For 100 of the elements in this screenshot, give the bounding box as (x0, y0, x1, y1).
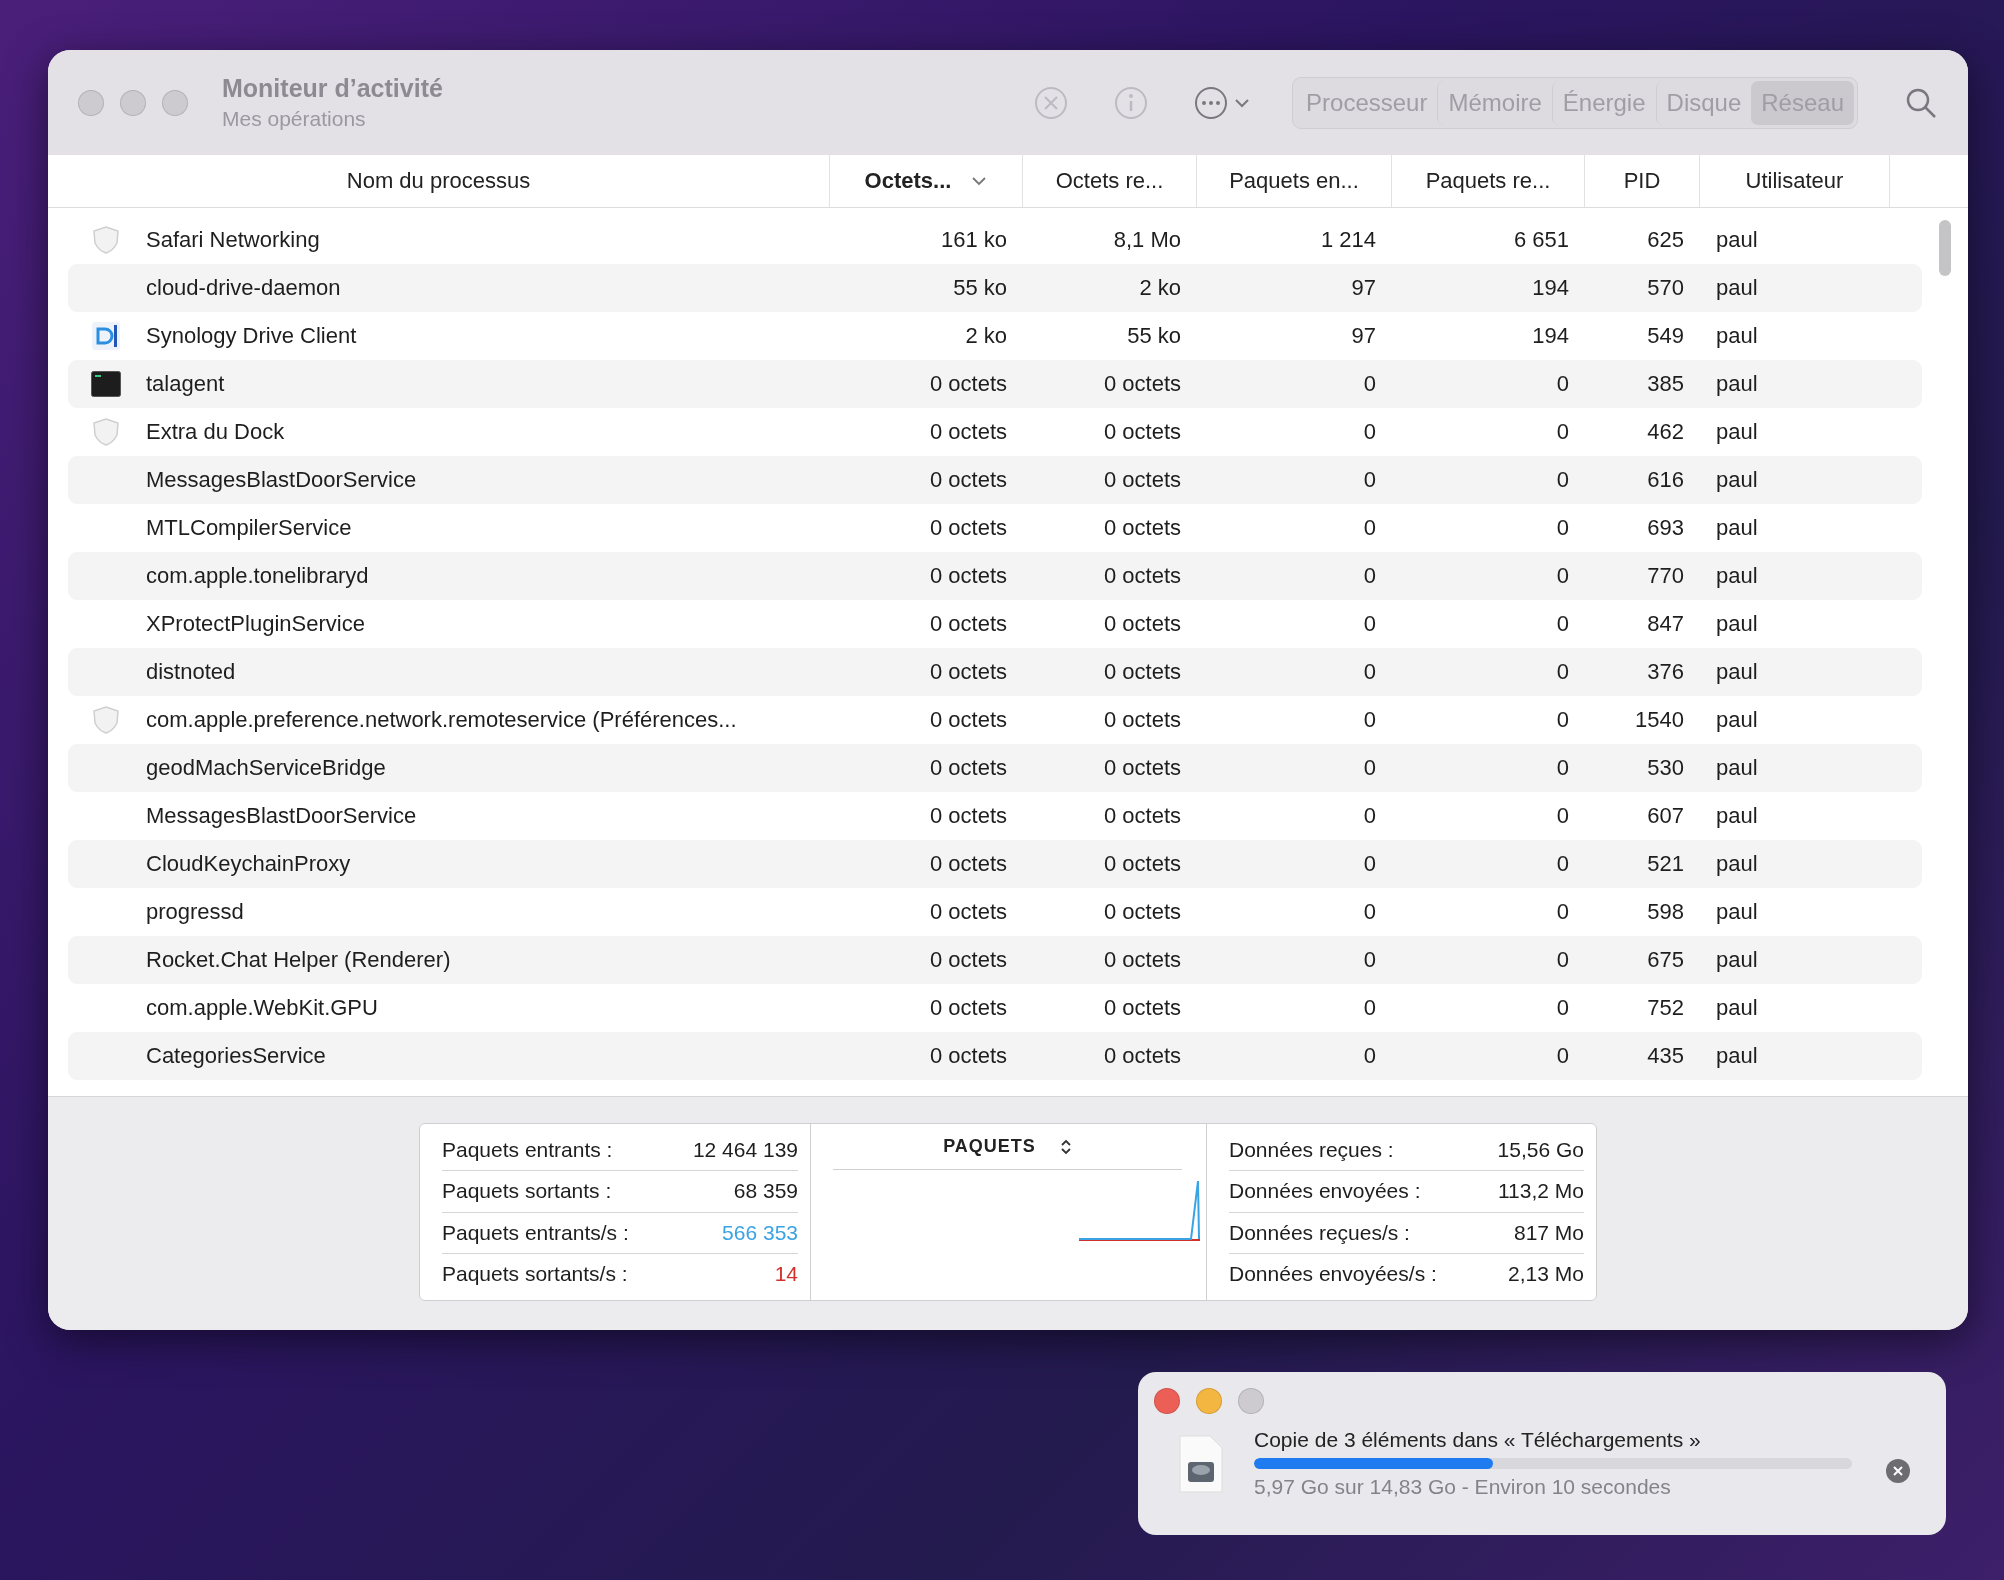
cancel-button[interactable] (1886, 1458, 1910, 1483)
process-name: Safari Networking (145, 227, 321, 253)
user-cell-text: paul (1715, 1043, 1759, 1069)
table-cell-text: 598 (1646, 899, 1685, 925)
scrollbar-thumb[interactable] (1939, 220, 1951, 276)
table-cell-text: 0 (1555, 851, 1570, 877)
table-cell-text: 0 (1555, 1043, 1570, 1069)
process-row[interactable]: CategoriesService 0 octets 0 octets 0 0 435 paul (68, 1032, 1922, 1080)
column-header[interactable]: Octets re... (1023, 155, 1197, 207)
user-cell-text: paul (1715, 467, 1759, 493)
table-cell-text: 0 octets (1102, 995, 1182, 1021)
window-control-button[interactable] (120, 89, 146, 116)
column-header[interactable]: Paquets re... (1392, 155, 1585, 207)
process-row[interactable]: distnoted 0 octets 0 octets 0 0 376 paul (68, 648, 1922, 696)
table-cell-text: 55 ko (952, 275, 1008, 301)
table-cell-text: 0 (1555, 995, 1570, 1021)
process-name: com.apple.tonelibraryd (145, 563, 370, 589)
close-button[interactable] (1154, 1388, 1180, 1414)
user-cell-text: paul (1715, 851, 1759, 877)
table-cell-text: 675 (1646, 947, 1685, 973)
table-cell-text: 625 (1646, 227, 1685, 253)
table-cell-text: 97 (1350, 275, 1377, 301)
table-cell-text: 97 (1350, 323, 1377, 349)
column-header[interactable]: Octets... (830, 155, 1023, 207)
window-control-button[interactable] (162, 89, 188, 116)
process-name: Synology Drive Client (145, 323, 358, 349)
process-row[interactable]: talagent 0 octets 0 octets 0 0 385 paul (68, 360, 1922, 408)
table-cell-text: 6 651 (1512, 227, 1570, 253)
process-row[interactable]: Extra du Dock 0 octets 0 octets 0 0 462 paul (68, 408, 1922, 456)
zoom-button[interactable] (1238, 1388, 1264, 1414)
table-cell-text: 0 octets (928, 419, 1008, 445)
stat-label: Données envoyées : (1229, 1179, 1421, 1204)
table-cell-text: 0 (1362, 611, 1377, 637)
graph-mode-selector[interactable]: PAQUETS (833, 1136, 1182, 1170)
process-name: distnoted (145, 659, 237, 685)
table-cell-text: 0 octets (928, 371, 1008, 397)
terminal-icon (91, 371, 121, 397)
user-cell-text: paul (1715, 419, 1759, 445)
table-cell-text: 607 (1646, 803, 1685, 829)
process-row[interactable]: Synology Drive Client 2 ko 55 ko 97 194 549 paul (68, 312, 1922, 360)
table-cell-text: 0 octets (928, 803, 1008, 829)
process-row[interactable]: Safari Networking 161 ko 8,1 Mo 1 214 6 651 625 paul (68, 216, 1922, 264)
table-cell-text: 0 octets (928, 995, 1008, 1021)
stat-value: 12 464 139 (692, 1138, 798, 1163)
stat-value: 15,56 Go (1497, 1138, 1584, 1163)
user-cell-text: paul (1715, 659, 1759, 685)
table-cell-text: 0 octets (928, 611, 1008, 637)
table-cell-text: 0 octets (1102, 755, 1182, 781)
process-row[interactable]: cloud-drive-daemon 55 ko 2 ko 97 194 570 paul (68, 264, 1922, 312)
process-row[interactable]: MessagesBlastDoorService 0 octets 0 octets 0 0 607 paul (68, 792, 1922, 840)
user-cell-text: paul (1715, 515, 1759, 541)
process-row[interactable]: MessagesBlastDoorService 0 octets 0 octets 0 0 616 paul (68, 456, 1922, 504)
user-cell-text: paul (1715, 755, 1759, 781)
table-cell-text: 462 (1646, 419, 1685, 445)
table-cell-text: 0 (1362, 851, 1377, 877)
process-row[interactable]: CloudKeychainProxy 0 octets 0 octets 0 0 521 paul (68, 840, 1922, 888)
table-cell-text: 0 octets (1102, 1043, 1182, 1069)
process-row[interactable]: com.apple.WebKit.GPU 0 octets 0 octets 0 0 752 paul (68, 984, 1922, 1032)
process-name: XProtectPluginService (145, 611, 366, 637)
user-cell-text: paul (1715, 803, 1759, 829)
table-cell-text: 0 (1362, 1043, 1377, 1069)
table-cell-text: 0 octets (1102, 851, 1182, 877)
minimize-button[interactable] (1196, 1388, 1222, 1414)
process-name: cloud-drive-daemon (145, 275, 342, 301)
process-name: com.apple.preference.network.remoteservice (Préférences... (145, 707, 738, 733)
column-header[interactable]: Paquets en... (1197, 155, 1392, 207)
table-cell-text: 0 octets (928, 659, 1008, 685)
table-cell-text: 0 (1362, 803, 1377, 829)
window-control-button[interactable] (78, 89, 104, 116)
process-row[interactable]: progressd 0 octets 0 octets 0 0 598 paul (68, 888, 1922, 936)
process-row[interactable]: MTLCompilerService 0 octets 0 octets 0 0 693 paul (68, 504, 1922, 552)
process-name: MTLCompilerService (145, 515, 353, 541)
user-cell-text: paul (1715, 899, 1759, 925)
table-cell-text: 0 (1555, 755, 1570, 781)
stat-value: 817 Mo (1513, 1220, 1584, 1245)
process-name: talagent (145, 371, 226, 397)
column-header[interactable]: PID (1585, 155, 1700, 207)
table-cell-text: 0 octets (1102, 515, 1182, 541)
process-name: progressd (145, 899, 245, 925)
disk-image-file-icon (1178, 1433, 1224, 1494)
table-cell-text: 161 ko (939, 227, 1008, 253)
column-header[interactable]: Nom du processus (48, 155, 830, 207)
table-cell-text: 0 octets (1102, 371, 1182, 397)
process-row[interactable]: XProtectPluginService 0 octets 0 octets 0 0 847 paul (68, 600, 1922, 648)
table-cell-text: 0 octets (1102, 947, 1182, 973)
process-row[interactable]: Rocket.Chat Helper (Renderer) 0 octets 0 octets 0 0 675 paul (68, 936, 1922, 984)
process-name: com.apple.WebKit.GPU (145, 995, 379, 1021)
table-cell-text: 0 octets (1102, 563, 1182, 589)
stat-label: Paquets entrants/s : (442, 1220, 629, 1245)
stat-value: 113,2 Mo (1498, 1179, 1584, 1204)
user-cell-text: paul (1715, 707, 1759, 733)
table-cell-text: 530 (1646, 755, 1685, 781)
table-cell-text: 0 (1555, 947, 1570, 973)
process-row[interactable]: com.apple.tonelibraryd 0 octets 0 octets 0 0 770 paul (68, 552, 1922, 600)
copy-status: 5,97 Go sur 14,83 Go - Environ 10 secondes (1254, 1475, 1672, 1499)
column-header[interactable]: Utilisateur (1700, 155, 1890, 207)
table-cell-text: 0 octets (1102, 659, 1182, 685)
process-row[interactable]: geodMachServiceBridge 0 octets 0 octets 0 0 530 paul (68, 744, 1922, 792)
stat-label: Données envoyées/s : (1229, 1261, 1437, 1286)
process-row[interactable]: com.apple.preference.network.remoteservice (Préférences... 0 octets 0 octets 0 0 1540 paul (68, 696, 1922, 744)
